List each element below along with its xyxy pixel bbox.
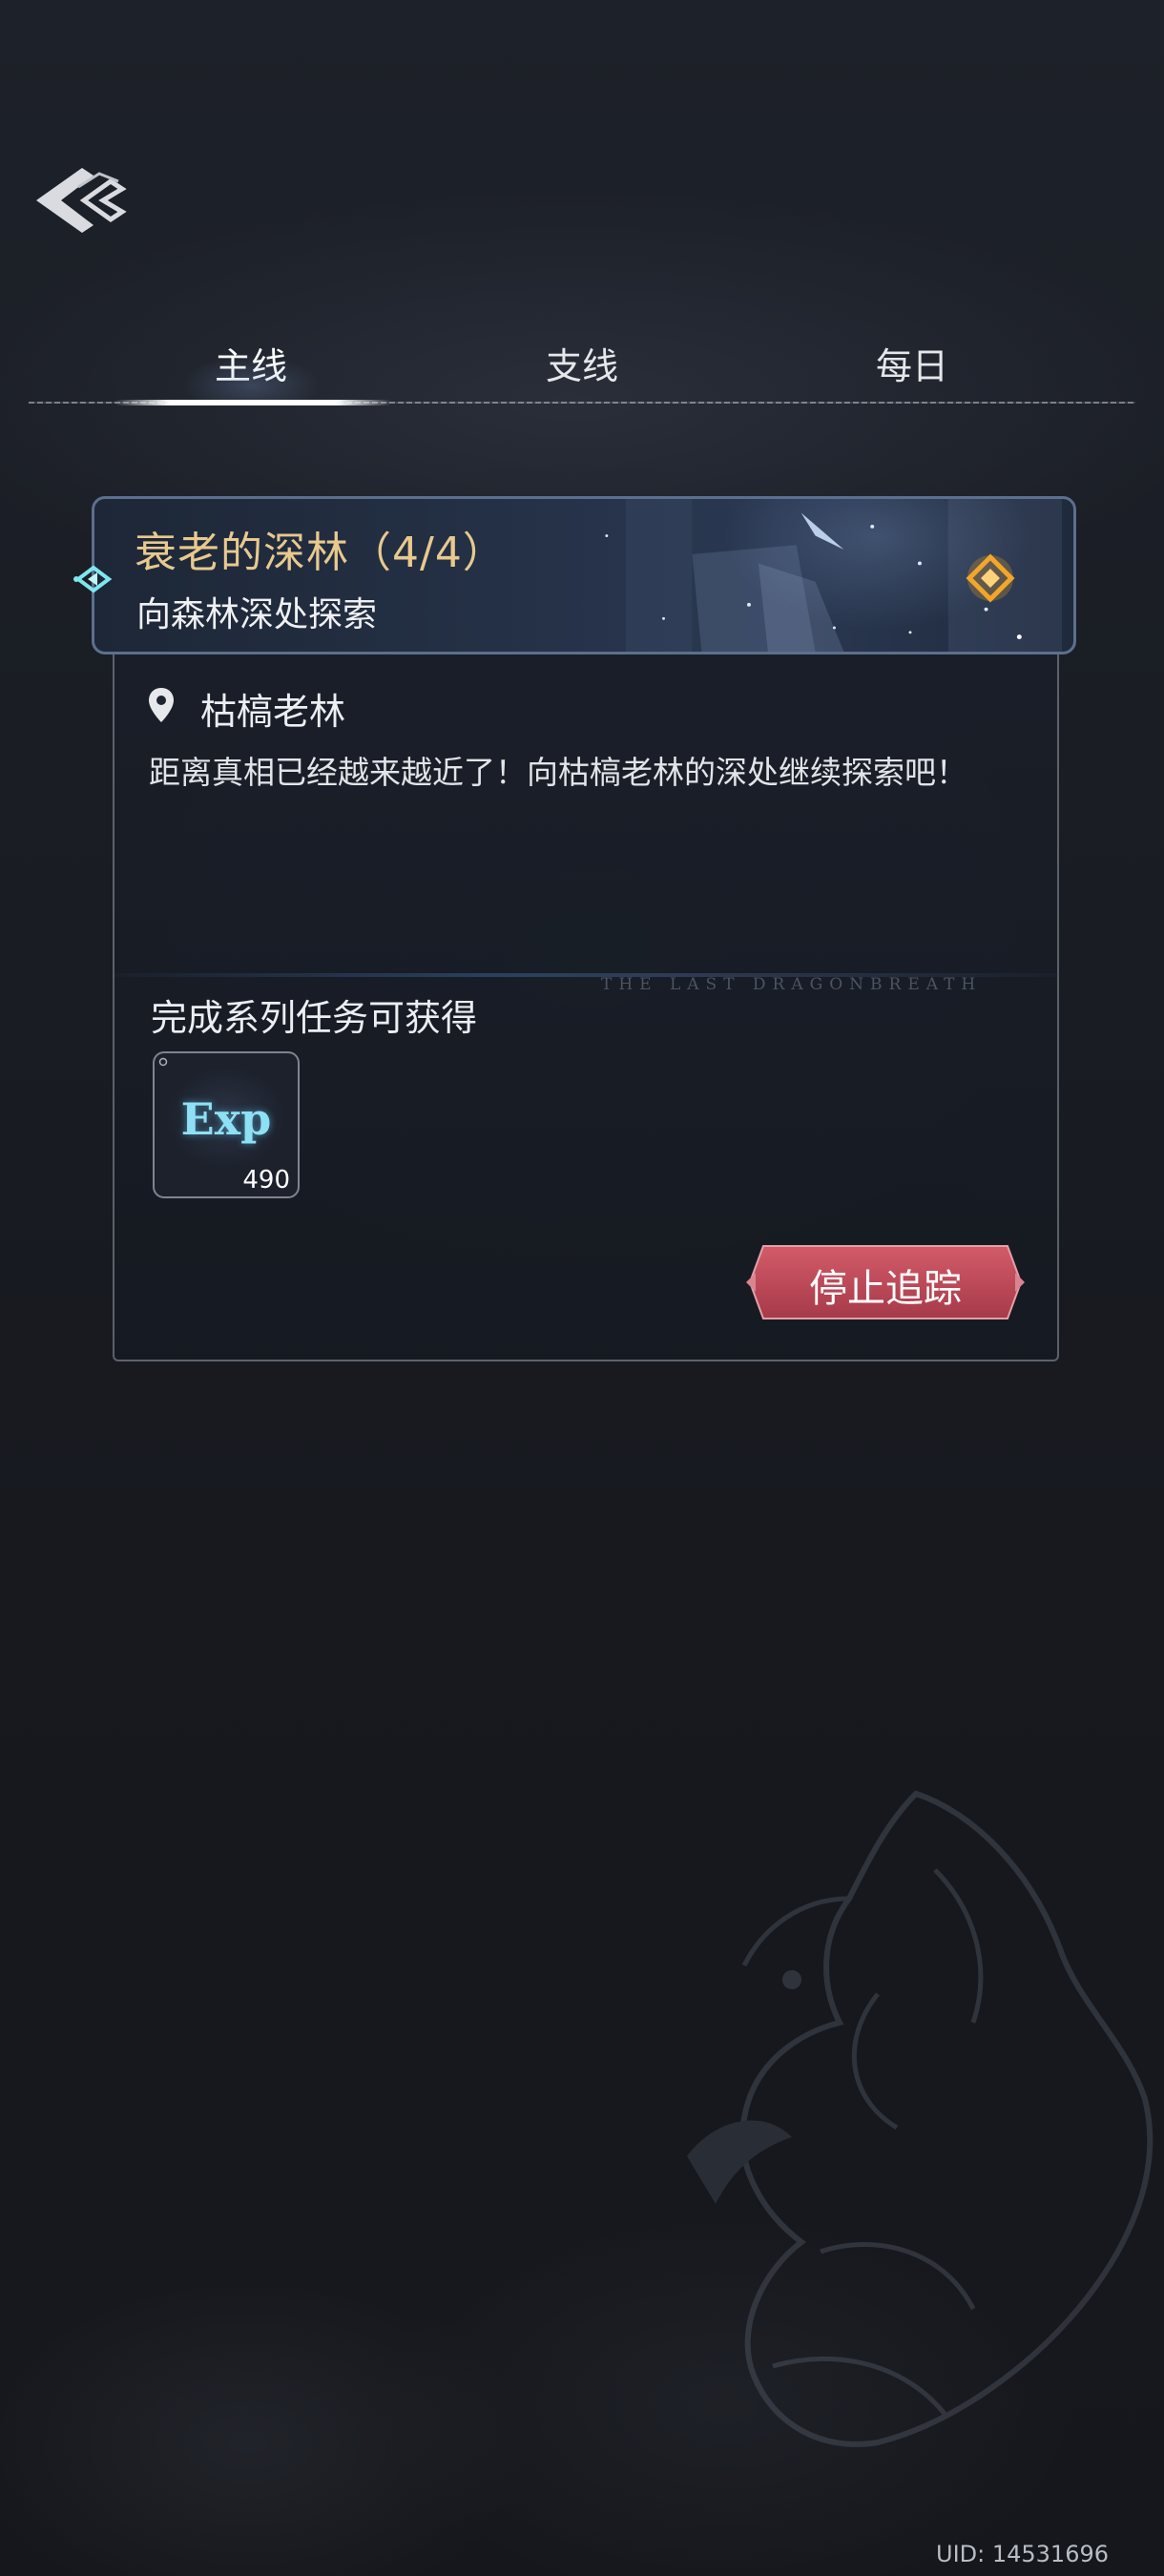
quest-tabs: 主线 支线 每日 <box>29 329 1135 405</box>
stop-tracking-button[interactable]: 停止追踪 <box>742 1240 1029 1324</box>
tab-main-quest-label: 主线 <box>214 345 287 387</box>
tab-side-quest-label: 支线 <box>545 345 618 387</box>
tab-side-quest[interactable]: 支线 <box>439 329 725 405</box>
location-pin-icon <box>149 688 174 722</box>
quest-description: 距离真相已经越来越近了！向枯槁老林的深处继续探索吧！ <box>149 754 967 791</box>
game-watermark: THE LAST DRAGONBREATH <box>601 975 983 994</box>
exp-icon: Exp <box>180 1093 272 1145</box>
location-name: 枯槁老林 <box>200 691 346 733</box>
tab-daily-quest-label: 每日 <box>875 345 948 387</box>
user-id: UID: 14531696 <box>936 2541 1109 2567</box>
back-arrow-icon <box>36 168 127 233</box>
stop-tracking-label: 停止追踪 <box>809 1267 962 1311</box>
tab-daily-quest[interactable]: 每日 <box>769 329 1055 405</box>
back-button[interactable] <box>27 153 141 248</box>
dragon-emblem <box>687 1790 1154 2447</box>
quest-title: 衰老的深林（4/4） <box>135 529 506 577</box>
quest-screen: 主线 支线 每日 衰老的深林（4/4） 向森林深处探索 枯槁老林 距离真相已经越… <box>0 0 1164 2576</box>
quest-marker-icon <box>966 553 1015 603</box>
corner-ornament-icon <box>158 1057 168 1067</box>
quest-subtitle: 向森林深处探索 <box>136 595 378 634</box>
reward-item-exp[interactable]: Exp 490 <box>153 1051 300 1198</box>
reward-count: 490 <box>242 1166 290 1195</box>
tab-main-quest[interactable]: 主线 <box>108 329 394 405</box>
selected-arrow-icon <box>73 565 113 593</box>
active-tab-indicator <box>114 400 391 405</box>
quest-header-banner[interactable]: 衰老的深林（4/4） 向森林深处探索 <box>92 496 1076 654</box>
reward-title: 完成系列任务可获得 <box>151 997 478 1039</box>
